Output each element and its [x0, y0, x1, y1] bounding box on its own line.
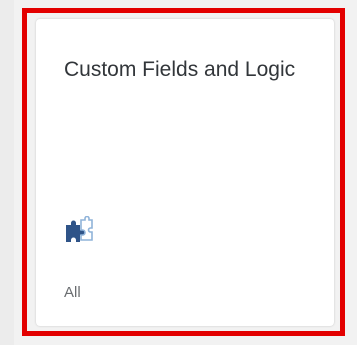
custom-fields-and-logic-tile[interactable]: Custom Fields and Logic All [36, 19, 334, 326]
tile-footer-label: All [64, 284, 81, 301]
left-panel-edge [0, 0, 14, 345]
puzzle-piece-icon [64, 216, 94, 246]
tile-title: Custom Fields and Logic [64, 58, 296, 81]
